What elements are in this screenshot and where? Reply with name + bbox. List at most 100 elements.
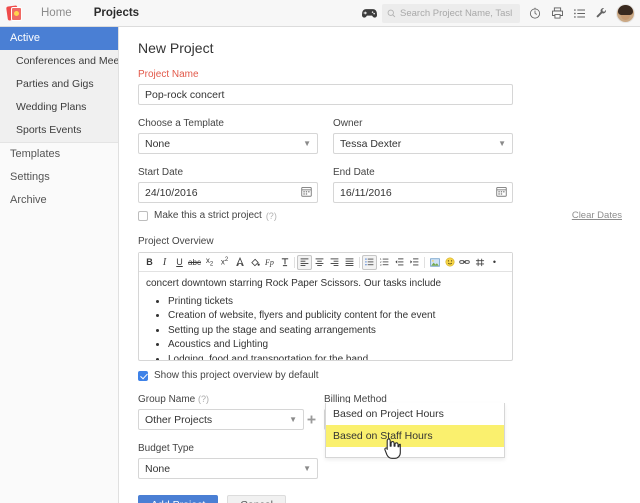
show-overview-checkbox[interactable] [138,371,148,381]
sidebar-item-active[interactable]: Active [0,27,118,50]
list-item: Setting up the stage and seating arrange… [168,324,505,338]
start-date-label: Start Date [138,167,318,178]
budget-type-field: Budget Type None ▼ [138,443,318,479]
group-name-label-text: Group Name [138,394,195,405]
font-style-icon[interactable]: Fp [262,255,277,270]
strict-project-label: Make this a strict project [154,210,262,221]
group-name-label: Group Name (?) [138,394,318,405]
wrench-icon[interactable] [590,0,612,27]
align-center-icon[interactable] [312,255,327,270]
group-name-control-line: Other Projects ▼ [138,409,318,430]
dates-row: Start Date 24/10/2016 [138,167,622,203]
end-date-field: End Date 16/11/2016 [333,167,513,203]
bold-icon[interactable]: B [142,255,157,270]
search-box[interactable] [382,4,520,23]
page-title: New Project [138,40,640,56]
logo-mark-icon [7,5,24,22]
owner-select[interactable]: Tessa Dexter ▼ [333,133,513,154]
sidebar-item-sports-events[interactable]: Sports Events [0,119,118,142]
list-item: Lodging, food and transportation for the… [168,353,505,361]
calendar-icon[interactable] [496,186,507,200]
search-input[interactable] [400,8,515,19]
special-char-icon[interactable] [472,255,487,270]
underline-icon[interactable]: U [172,255,187,270]
svg-text:3: 3 [380,263,382,266]
indent-icon[interactable] [407,255,422,270]
strict-project-hint-icon[interactable]: (?) [266,211,277,221]
top-navigation-bar: Home Projects [0,0,640,27]
add-project-button[interactable]: Add Project [138,495,218,503]
template-label: Choose a Template [138,118,318,129]
insert-image-icon[interactable] [427,255,442,270]
end-date-value: 16/11/2016 [340,187,392,199]
start-date-input[interactable]: 24/10/2016 [138,182,318,203]
toolbar-divider [294,257,295,268]
sidebar-item-settings[interactable]: Settings [0,166,118,189]
nav-item-home[interactable]: Home [30,0,83,27]
template-select[interactable]: None ▼ [138,133,318,154]
nav-item-projects[interactable]: Projects [83,0,150,27]
dropdown-padding [326,447,504,457]
timer-icon[interactable] [524,0,546,27]
chevron-down-icon: ▼ [289,416,297,424]
align-right-icon[interactable] [327,255,342,270]
overview-bullet-list: Printing tickets Creation of website, fl… [146,295,505,361]
sidebar-item-archive[interactable]: Archive [0,189,118,212]
calendar-icon[interactable] [301,186,312,200]
billing-option-staff-hours[interactable]: Based on Staff Hours [326,425,504,447]
user-avatar[interactable] [616,4,635,23]
align-justify-icon[interactable] [342,255,357,270]
toolbar-divider [359,257,360,268]
budget-type-label: Budget Type [138,443,318,454]
project-name-field: Project Name [138,69,513,105]
editor-toolbar: B I U abc x2 x2 Fp [139,253,512,272]
gamepad-icon[interactable] [356,8,382,19]
list-icon[interactable] [568,0,590,27]
add-group-icon[interactable] [304,409,318,430]
text-color-icon[interactable] [232,255,247,270]
sidebar-item-conferences-and-meetings[interactable]: Conferences and Meetings [0,50,118,73]
bulleted-list-icon[interactable] [362,255,377,270]
clear-dates-link[interactable]: Clear Dates [572,210,622,221]
numbered-list-icon[interactable]: 123 [377,255,392,270]
insert-link-icon[interactable] [457,255,472,270]
superscript-icon[interactable]: x2 [217,255,232,270]
sidebar-item-wedding-plans[interactable]: Wedding Plans [0,96,118,119]
start-date-value: 24/10/2016 [145,187,198,199]
cancel-button[interactable]: Cancel [227,495,286,503]
fill-color-icon[interactable] [247,255,262,270]
project-overview-label: Project Overview [138,236,622,247]
end-date-label: End Date [333,167,513,178]
group-name-select[interactable]: Other Projects ▼ [138,409,304,430]
project-name-label: Project Name [138,69,513,80]
show-overview-label: Show this project overview by default [154,370,319,381]
outdent-icon[interactable] [392,255,407,270]
search-icon [387,9,396,18]
subscript-icon[interactable]: x2 [202,255,217,270]
more-options-icon[interactable]: • [487,255,502,270]
sidebar-item-templates[interactable]: Templates [0,143,118,166]
strict-project-checkbox[interactable] [138,211,148,221]
app-logo[interactable] [0,0,30,27]
project-overview-text[interactable]: concert downtown starring Rock Paper Sci… [139,272,512,360]
group-name-field: Group Name (?) Other Projects ▼ [138,394,318,430]
emoji-icon[interactable] [442,255,457,270]
project-name-input[interactable] [138,84,513,105]
printer-icon[interactable] [546,0,568,27]
clear-format-icon[interactable] [277,255,292,270]
chevron-down-icon: ▼ [303,140,311,148]
billing-option-project-hours[interactable]: Based on Project Hours [326,403,504,425]
main-content: New Project Project Name Choose a Templa… [120,27,640,503]
italic-icon[interactable]: I [157,255,172,270]
end-date-input[interactable]: 16/11/2016 [333,182,513,203]
sidebar-item-parties-and-gigs[interactable]: Parties and Gigs [0,73,118,96]
show-overview-row: Show this project overview by default [138,370,622,381]
strikethrough-icon[interactable]: abc [187,255,202,270]
owner-value: Tessa Dexter [340,138,401,150]
budget-type-select[interactable]: None ▼ [138,458,318,479]
align-left-icon[interactable] [297,255,312,270]
group-name-hint-icon[interactable]: (?) [198,394,209,404]
list-item: Creation of website, flyers and publicit… [168,309,505,323]
project-overview-section: Project Overview B I U abc x2 x2 [138,236,622,361]
sidebar: Active Conferences and Meetings Parties … [0,27,119,503]
